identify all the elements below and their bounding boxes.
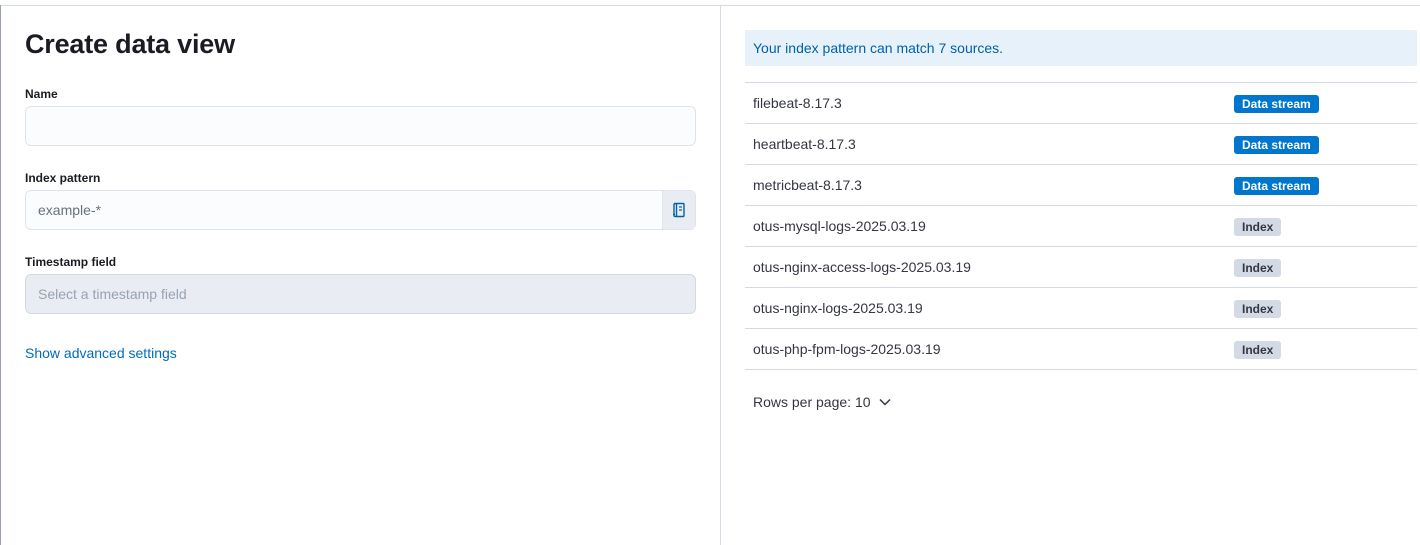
table-row: otus-mysql-logs-2025.03.19 Index bbox=[745, 206, 1417, 247]
index-pattern-input[interactable] bbox=[26, 191, 663, 229]
table-row: metricbeat-8.17.3 Data stream bbox=[745, 165, 1417, 206]
source-name: filebeat-8.17.3 bbox=[753, 95, 842, 111]
show-advanced-settings-link[interactable]: Show advanced settings bbox=[25, 345, 177, 361]
source-name: otus-nginx-logs-2025.03.19 bbox=[753, 300, 923, 316]
rows-per-page-button[interactable]: Rows per page: 10 bbox=[753, 391, 891, 413]
index-pattern-label: Index pattern bbox=[25, 171, 101, 185]
page-title: Create data view bbox=[25, 29, 235, 59]
table-row: heartbeat-8.17.3 Data stream bbox=[745, 124, 1417, 165]
chevron-down-icon bbox=[879, 398, 891, 406]
source-type-badge: Data stream bbox=[1234, 95, 1319, 113]
table-row: otus-php-fpm-logs-2025.03.19 Index bbox=[745, 329, 1417, 370]
table-row: otus-nginx-logs-2025.03.19 Index bbox=[745, 288, 1417, 329]
timestamp-field-placeholder: Select a timestamp field bbox=[38, 286, 187, 302]
name-input[interactable] bbox=[26, 107, 695, 145]
source-type-badge: Index bbox=[1234, 218, 1282, 236]
source-name: otus-mysql-logs-2025.03.19 bbox=[753, 218, 926, 234]
index-pattern-help-button[interactable] bbox=[662, 191, 695, 229]
source-type-badge: Index bbox=[1234, 259, 1282, 277]
index-pattern-field-wrapper bbox=[25, 190, 696, 230]
left-border bbox=[0, 5, 1, 545]
name-label: Name bbox=[25, 87, 58, 101]
panel-divider bbox=[720, 6, 721, 545]
table-row: filebeat-8.17.3 Data stream bbox=[745, 83, 1417, 124]
source-type-badge: Data stream bbox=[1234, 136, 1319, 154]
table-row: otus-nginx-access-logs-2025.03.19 Index bbox=[745, 247, 1417, 288]
name-field-wrapper bbox=[25, 106, 696, 146]
book-icon bbox=[672, 202, 686, 218]
timestamp-field-label: Timestamp field bbox=[25, 255, 117, 269]
timestamp-field-select[interactable]: Select a timestamp field bbox=[25, 274, 696, 314]
source-type-badge: Index bbox=[1234, 341, 1282, 359]
rows-per-page-label: Rows per page: 10 bbox=[753, 394, 871, 410]
source-name: otus-nginx-access-logs-2025.03.19 bbox=[753, 259, 971, 275]
source-type-badge: Data stream bbox=[1234, 177, 1319, 195]
matching-sources-callout: Your index pattern can match 7 sources. bbox=[745, 30, 1417, 66]
source-name: metricbeat-8.17.3 bbox=[753, 177, 862, 193]
top-border bbox=[0, 5, 1420, 6]
source-name: heartbeat-8.17.3 bbox=[753, 136, 856, 152]
sources-table: filebeat-8.17.3 Data stream heartbeat-8.17… bbox=[745, 82, 1417, 370]
source-type-badge: Index bbox=[1234, 300, 1282, 318]
source-name: otus-php-fpm-logs-2025.03.19 bbox=[753, 341, 941, 357]
